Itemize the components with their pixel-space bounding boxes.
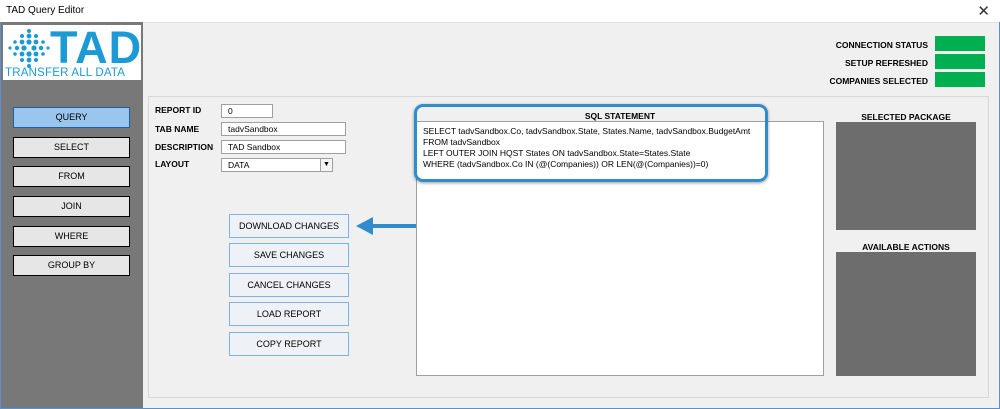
dots-logo-icon [8,29,50,68]
download-changes-button[interactable]: DOWNLOAD CHANGES [229,214,349,238]
report-id-input[interactable]: 0 [221,104,273,118]
layout-label: LAYOUT [155,159,190,169]
nav-query-button[interactable]: QUERY [13,107,130,128]
cancel-changes-button[interactable]: CANCEL CHANGES [229,273,349,297]
selected-package-panel[interactable] [836,122,976,230]
description-input[interactable]: TAD Sandbox [221,140,346,154]
window-title: TAD Query Editor [6,5,85,16]
copy-report-button[interactable]: COPY REPORT [229,332,349,356]
nav-select-button[interactable]: SELECT [13,137,130,158]
tab-name-label: TAB NAME [155,124,200,134]
load-report-button[interactable]: LOAD REPORT [229,302,349,326]
companies-selected-indicator [935,72,985,87]
tad-logo: TAD TRANSFER ALL DATA [3,22,143,80]
logo-tagline: TRANSFER ALL DATA [5,67,126,79]
layout-select-value: DATA [228,160,250,170]
nav-group-by-button[interactable]: GROUP BY [13,255,130,276]
connection-status-label: CONNECTION STATUS [835,40,928,50]
description-label: DESCRIPTION [155,142,214,152]
save-changes-button[interactable]: SAVE CHANGES [229,243,349,267]
nav-join-button[interactable]: JOIN [13,196,130,217]
setup-refreshed-label: SETUP REFRESHED [845,58,928,68]
layout-select[interactable]: DATA ▼ [221,158,333,172]
close-icon[interactable]: ✕ [977,2,990,20]
selected-package-label: SELECTED PACKAGE [861,112,951,122]
tab-name-input[interactable]: tadvSandbox [221,122,346,136]
connection-status-indicator [935,36,985,51]
sql-highlight-callout [414,104,768,182]
report-id-label: REPORT ID [155,105,202,115]
available-actions-label: AVAILABLE ACTIONS [862,242,950,252]
chevron-down-icon[interactable]: ▼ [320,159,332,171]
companies-selected-label: COMPANIES SELECTED [829,76,928,86]
logo-wordmark: TAD [50,22,143,73]
available-actions-panel[interactable] [836,252,976,376]
nav-from-button[interactable]: FROM [13,166,130,187]
title-bar: TAD Query Editor ✕ [0,0,1000,23]
setup-refreshed-indicator [935,54,985,69]
nav-where-button[interactable]: WHERE [13,226,130,247]
